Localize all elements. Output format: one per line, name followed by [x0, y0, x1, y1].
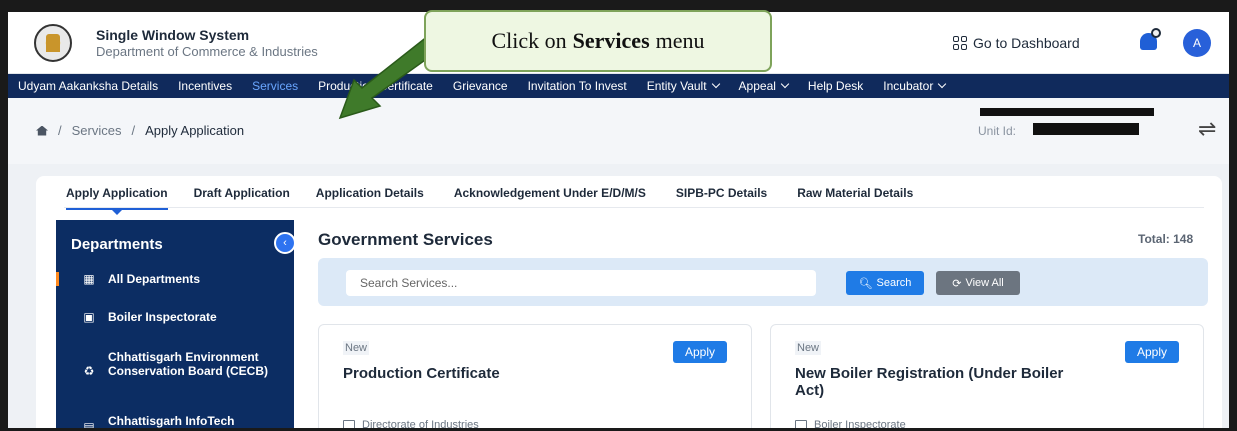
search-icon: 🔍︎ — [858, 277, 873, 290]
view-all-button[interactable]: ⟳ View All — [936, 271, 1020, 295]
chevron-down-icon — [938, 79, 947, 89]
nav-udyam-aakanksha-details[interactable]: Udyam Aakanksha Details — [18, 79, 158, 93]
instruction-callout: Click on Services menu — [424, 10, 772, 72]
building-icon — [343, 420, 355, 428]
nav-incentives[interactable]: Incentives — [178, 79, 232, 93]
breadcrumb-apply-application: Apply Application — [145, 123, 245, 138]
apply-button[interactable]: Apply — [1125, 341, 1179, 363]
service-card-new-boiler-registration: New Apply New Boiler Registration (Under… — [770, 324, 1204, 428]
nav-grievance[interactable]: Grievance — [453, 79, 508, 93]
service-title: Production Certificate — [343, 365, 500, 382]
service-department: Directorate of Industries — [343, 419, 479, 428]
switch-unit-icon[interactable]: ⇌ — [1198, 116, 1216, 142]
nav-entity-vault[interactable]: Entity Vault — [647, 79, 720, 93]
service-card-production-certificate: New Apply Production Certificate Directo… — [318, 324, 752, 428]
app-title: Single Window System — [96, 27, 250, 43]
departments-sidebar: Departments ‹ ▦ All Departments ▣ Boiler… — [56, 220, 296, 428]
service-department: Boiler Inspectorate — [795, 419, 906, 428]
dashboard-label: Go to Dashboard — [973, 35, 1080, 51]
service-title: New Boiler Registration (Under Boiler Ac… — [795, 365, 1064, 399]
chip-icon: ▤ — [83, 420, 95, 428]
home-icon[interactable] — [36, 125, 48, 136]
go-to-dashboard-link[interactable]: Go to Dashboard — [953, 32, 1080, 54]
content-card: Apply Application Draft Application Appl… — [36, 176, 1222, 428]
search-button[interactable]: 🔍︎ Search — [846, 271, 924, 295]
app-window: Single Window System Department of Comme… — [8, 12, 1229, 428]
new-badge: New — [343, 341, 370, 355]
breadcrumb-services[interactable]: Services — [72, 123, 122, 138]
page-title: Government Services — [318, 230, 493, 249]
search-input[interactable] — [346, 270, 816, 296]
chevron-down-icon — [780, 79, 790, 89]
main-nav: Udyam Aakanksha Details Incentives Servi… — [8, 74, 1229, 98]
search-panel: 🔍︎ Search ⟳ View All — [318, 258, 1208, 306]
new-badge: New — [795, 341, 822, 355]
breadcrumb: / Services / Apply Application — [36, 123, 244, 138]
sidebar-item-all-departments[interactable]: ▦ All Departments — [56, 272, 294, 286]
sidebar-item-boiler-inspectorate[interactable]: ▣ Boiler Inspectorate — [56, 310, 294, 324]
tabs-divider — [64, 207, 1204, 208]
collapse-sidebar-icon[interactable]: ‹ — [274, 232, 296, 254]
nav-help-desk[interactable]: Help Desk — [808, 79, 863, 93]
government-logo-icon — [34, 24, 72, 62]
nav-incubator[interactable]: Incubator — [883, 79, 947, 93]
recycle-icon: ♻ — [83, 364, 95, 378]
apply-button[interactable]: Apply — [673, 341, 727, 363]
company-name-redacted — [980, 108, 1154, 116]
unit-id-label: Unit Id: — [978, 124, 1017, 138]
nav-appeal[interactable]: Appeal — [739, 79, 790, 93]
unit-id-redacted — [1033, 123, 1139, 135]
sidebar-title: Departments — [71, 236, 163, 253]
grid-icon: ▦ — [83, 272, 95, 286]
nav-services[interactable]: Services — [252, 79, 298, 93]
dashboard-grid-icon — [953, 36, 967, 50]
breadcrumb-bar: / Services / Apply Application Unit Id: … — [8, 98, 1229, 164]
refresh-icon: ⟳ — [952, 277, 962, 290]
app-subtitle: Department of Commerce & Industries — [96, 44, 318, 59]
notification-bell-icon[interactable] — [1136, 28, 1164, 56]
sidebar-item-chips[interactable]: ▤ Chhattisgarh InfoTech Promotion Societ… — [56, 414, 294, 428]
total-count: Total: 148 — [1138, 232, 1194, 246]
user-avatar[interactable]: A — [1183, 29, 1211, 57]
chevron-down-icon — [711, 79, 720, 89]
nav-invitation-to-invest[interactable]: Invitation To Invest — [528, 79, 627, 93]
boiler-icon: ▣ — [83, 310, 95, 324]
boiler-icon — [795, 420, 807, 428]
sidebar-item-cecb[interactable]: ♻ Chhattisgarh Environment Conservation … — [56, 350, 294, 378]
